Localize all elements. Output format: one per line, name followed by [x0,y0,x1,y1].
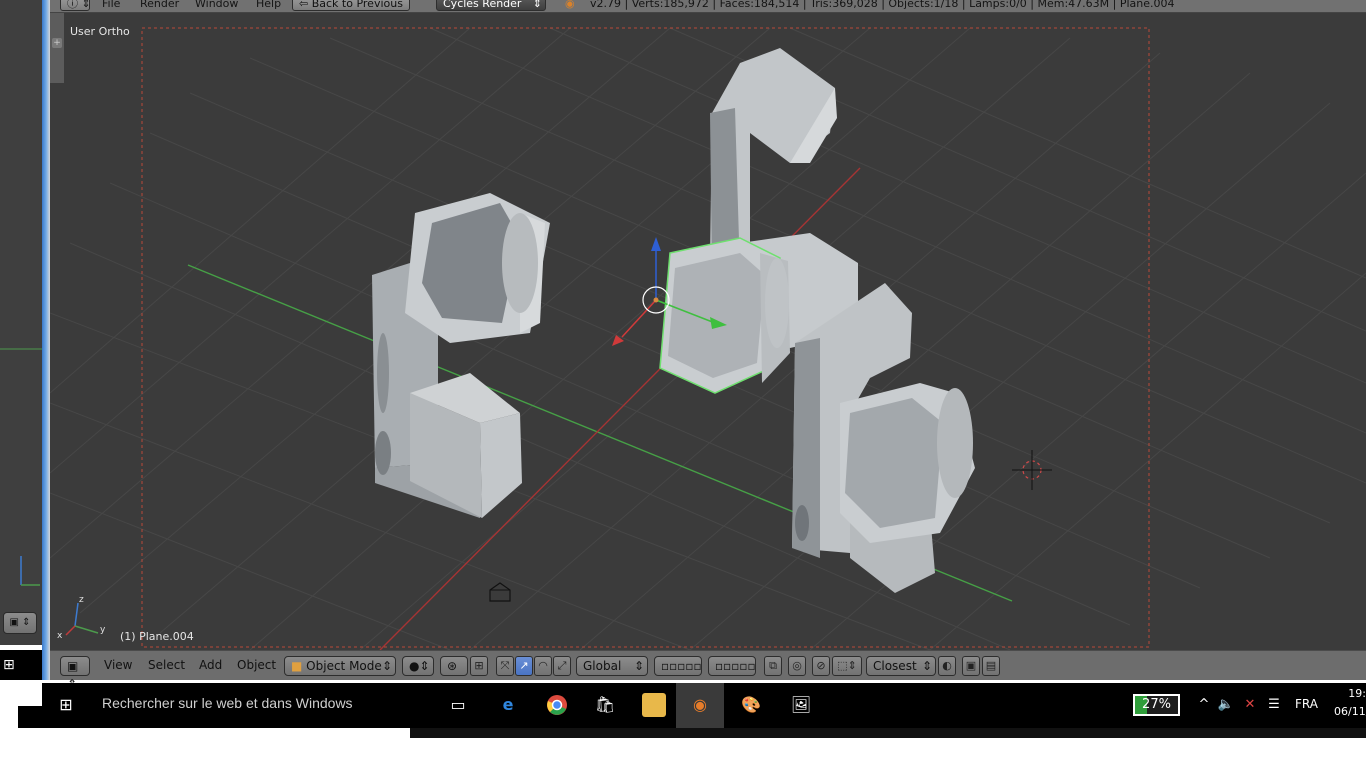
manipulator-icon[interactable]: ⤧ [496,656,514,676]
file-explorer-icon[interactable] [642,693,666,717]
axis-y-label: y [100,625,106,635]
scene-statistics: v2.79 | Verts:185,972 | Faces:184,514 | … [590,0,1175,10]
interaction-mode-select[interactable]: ■ Object Mode ⇕ [284,656,396,676]
menu-add[interactable]: Add [199,656,222,676]
window-border [42,0,50,680]
snap-target-label: Closest [873,659,917,673]
back-to-previous-button[interactable]: ⇦ Back to Previous [292,0,410,11]
view-label: User Ortho [70,25,130,38]
snap-target-select[interactable]: Closest ⇕ [866,656,936,676]
menu-view[interactable]: View [104,656,132,676]
battery-indicator[interactable]: 27% [1133,694,1180,716]
view-axes-widget [65,602,99,636]
snap-element-select[interactable]: ⬚⇕ [832,656,862,676]
3d-viewport[interactable]: z y x User Ortho (1) Plane.004 [50,13,1366,650]
lock-layers-icon[interactable]: ⧉ [764,656,782,676]
align-rotation-icon[interactable]: ◐ [938,656,956,676]
taskbar-fragment-left: ⊞ [0,650,42,680]
editor-type-button[interactable]: ▣ ⇕ [60,656,90,691]
object-mode-icon: ■ [291,659,303,673]
left-editor-mini-axes [0,348,42,586]
menu-window[interactable]: Window [195,0,238,11]
info-icon: ⓘ [67,0,78,10]
battery-percent: 27% [1142,697,1171,712]
info-header: ⓘ ⇕ File Render Window Help ⇦ Back to Pr… [50,0,1366,13]
windows-logo-icon: ⊞ [3,657,15,673]
z-arrow-icon [651,237,661,251]
watch-stand-left[interactable] [372,193,550,518]
3d-cursor-icon[interactable] [1012,450,1052,490]
solid-shading-icon: ● [409,659,420,673]
menu-select[interactable]: Select [148,656,185,676]
network-icon[interactable]: ✕ [1238,693,1262,717]
rotate-manipulator-icon[interactable]: ◠ [534,656,552,676]
menu-file[interactable]: File [102,0,120,11]
render-image-icon[interactable]: ▣ [962,656,980,676]
viewport-canvas[interactable] [50,13,1366,650]
windows-start-icon[interactable]: ⊞ [54,693,78,717]
taskbar-search-box[interactable]: Rechercher sur le web et dans Windows [102,695,353,711]
task-view-icon[interactable]: ▭ [446,693,470,717]
layers-row-2[interactable]: ▫▫▫▫▫ [708,656,756,676]
chevron-updown-icon: ⇕ [633,659,644,673]
pivot-icon: ⊛ [447,659,458,673]
active-object-label: (1) Plane.004 [120,630,194,643]
transform-orientation-select[interactable]: Global ⇕ [576,656,648,676]
clock-time[interactable]: 19: [1342,687,1366,700]
windows-taskbar: ⊞ Rechercher sur le web et dans Windows … [42,683,1366,728]
blender-logo-icon: ◉ [565,0,575,10]
render-engine-select[interactable]: Cycles Render ⇕ [436,0,546,11]
menu-help[interactable]: Help [256,0,281,11]
camera-object-icon[interactable] [489,582,511,602]
layers-row-1[interactable]: ▫▫▫▫▫ [654,656,702,676]
selected-watch-plane-004[interactable] [659,237,790,394]
plus-icon[interactable]: + [52,38,62,48]
snap-toggle-icon[interactable]: ⊘ [812,656,830,676]
editor-type-button[interactable]: ⓘ ⇕ [60,0,91,11]
manipulator-toggle-icon[interactable]: ⊞ [470,656,488,676]
interaction-mode-label: Object Mode [306,659,382,673]
translate-manipulator-icon[interactable]: ↗ [515,656,533,676]
cube-icon: ▣ [67,659,79,673]
chevron-updown-icon: ⇕ [921,659,932,673]
clock-date[interactable]: 06/11/ [1334,705,1366,718]
back-button-label: Back to Previous [311,0,403,10]
proportional-edit-icon[interactable]: ◎ [788,656,806,676]
watch-stand-right[interactable] [792,283,975,593]
viewport-shading-select[interactable]: ●⇕ [402,656,434,676]
menu-object[interactable]: Object [237,656,276,676]
scale-manipulator-icon[interactable]: ⤢ [553,656,571,676]
paint-app-icon[interactable]: 🎨 [739,693,763,717]
render-engine-label: Cycles Render [443,0,522,10]
tool-shelf-tab[interactable] [50,13,64,83]
back-icon: ⇦ [299,0,312,10]
volume-icon[interactable]: 🔈 [1214,693,1238,717]
menu-render[interactable]: Render [140,0,179,11]
left-editor-type-button[interactable]: ▣ ⇕ [3,612,37,634]
photos-app-icon[interactable]: 🖼 [789,693,813,717]
transform-orientation-label: Global [583,659,622,673]
axis-x-label: x [57,631,63,641]
input-language[interactable]: FRA [1295,697,1318,711]
left-editor-strip [0,0,42,645]
blender-app-icon: ◉ [693,695,707,714]
edge-browser-icon[interactable]: e [496,693,520,717]
3d-view-header: ▣ ⇕ View Select Add Object ■ Object Mode… [50,650,1366,691]
blender-taskbar-active[interactable]: ◉ [676,683,724,728]
render-animation-icon[interactable]: ▤ [982,656,1000,676]
pivot-point-select[interactable]: ⊛ [440,656,468,676]
chrome-browser-icon[interactable] [545,693,569,717]
chevron-updown-icon: ⇕ [381,659,392,673]
taskbar-reflection [410,728,1366,738]
axis-z-label: z [79,595,84,605]
show-hidden-icons-icon[interactable]: ^ [1192,693,1216,717]
store-icon[interactable]: 🛍 [593,693,617,717]
chevron-updown-icon: ⇕ [532,0,542,10]
notifications-icon[interactable]: ☰ [1262,693,1286,717]
